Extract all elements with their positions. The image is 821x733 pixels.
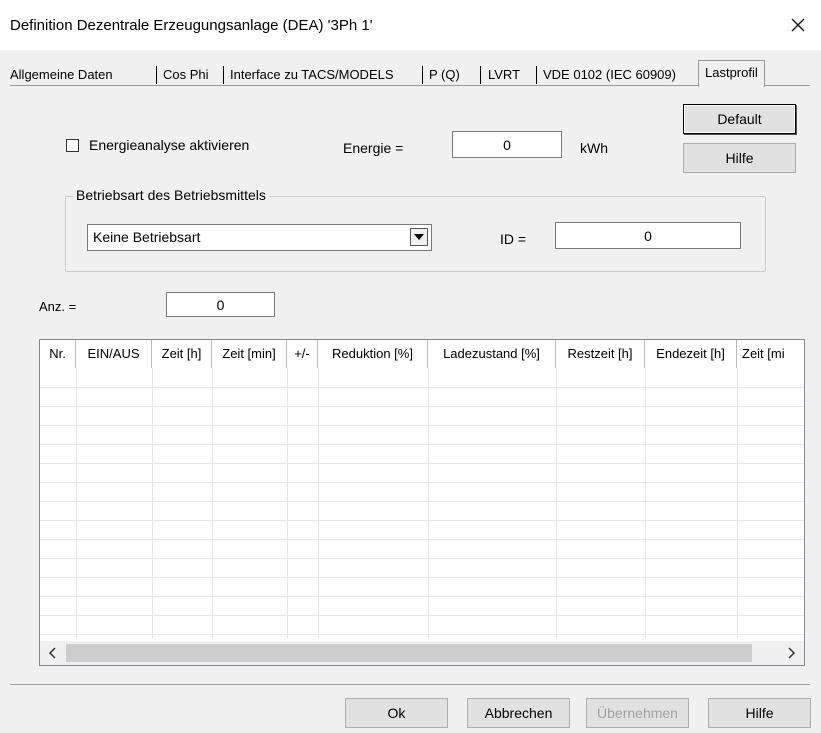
energy-label: Energie = bbox=[343, 140, 404, 156]
energy-input[interactable]: 0 bbox=[452, 131, 562, 158]
column-header[interactable]: Reduktion [%] bbox=[318, 340, 428, 368]
operation-mode-value: Keine Betriebsart bbox=[93, 229, 201, 245]
tab-vde-0102[interactable]: VDE 0102 (IEC 60909) bbox=[543, 64, 676, 86]
grid-line bbox=[40, 482, 804, 483]
operation-mode-select[interactable]: Keine Betriebsart bbox=[87, 224, 432, 251]
tab-allgemeine-daten[interactable]: Allgemeine Daten bbox=[10, 64, 113, 86]
tab-divider bbox=[536, 66, 537, 84]
window-title: Definition Dezentrale Erzeugungsanlage (… bbox=[10, 17, 373, 34]
tab-lvrt[interactable]: LVRT bbox=[488, 64, 520, 86]
help-button[interactable]: Hilfe bbox=[683, 143, 796, 173]
count-label: Anz. = bbox=[39, 299, 77, 314]
scrollbar-thumb[interactable] bbox=[66, 644, 752, 662]
grid-line bbox=[76, 368, 77, 638]
tab-interface-tacs-models[interactable]: Interface zu TACS/MODELS bbox=[230, 64, 394, 86]
grid-line bbox=[212, 368, 213, 638]
grid-line bbox=[645, 368, 646, 638]
id-label: ID = bbox=[500, 231, 527, 247]
column-header[interactable]: Zeit [min] bbox=[212, 340, 287, 368]
chevron-down-icon[interactable] bbox=[410, 228, 428, 246]
count-input[interactable]: 0 bbox=[166, 292, 275, 317]
energy-analysis-label: Energieanalyse aktivieren bbox=[89, 137, 250, 153]
footer-help-button[interactable]: Hilfe bbox=[708, 698, 811, 728]
grid-line bbox=[428, 368, 429, 638]
tab-strip: Allgemeine Daten Cos Phi Interface zu TA… bbox=[10, 60, 810, 87]
grid-line bbox=[40, 596, 804, 597]
id-input[interactable]: 0 bbox=[555, 222, 741, 249]
grid-line bbox=[40, 444, 804, 445]
table-body bbox=[40, 368, 804, 638]
grid-line bbox=[287, 368, 288, 638]
horizontal-scrollbar[interactable] bbox=[40, 641, 804, 665]
cancel-button[interactable]: Abbrechen bbox=[467, 698, 570, 728]
column-header[interactable]: +/- bbox=[287, 340, 318, 368]
scroll-left-icon[interactable] bbox=[40, 641, 64, 665]
grid-line bbox=[40, 406, 804, 407]
column-header[interactable]: Ladezustand [%] bbox=[428, 340, 556, 368]
tab-divider bbox=[156, 66, 157, 84]
ok-button[interactable]: Ok bbox=[345, 698, 448, 728]
grid-line bbox=[40, 520, 804, 521]
energy-unit: kWh bbox=[580, 140, 608, 156]
tab-divider bbox=[422, 66, 423, 84]
grid-line bbox=[556, 368, 557, 638]
tab-divider bbox=[480, 66, 481, 84]
grid-line bbox=[40, 539, 804, 540]
grid-line bbox=[40, 615, 804, 616]
grid-line bbox=[318, 368, 319, 638]
column-header[interactable]: Zeit [mi bbox=[737, 340, 804, 368]
scroll-right-icon[interactable] bbox=[780, 641, 804, 665]
tab-cos-phi[interactable]: Cos Phi bbox=[163, 64, 209, 86]
grid-line bbox=[40, 634, 804, 635]
operation-mode-group-label: Betriebsart des Betriebsmittels bbox=[73, 187, 269, 203]
column-header[interactable]: Endezeit [h] bbox=[645, 340, 737, 368]
grid-line bbox=[152, 368, 153, 638]
tab-lastprofil[interactable]: Lastprofil bbox=[698, 60, 765, 87]
close-icon[interactable] bbox=[775, 0, 821, 50]
grid-line bbox=[40, 558, 804, 559]
tab-divider bbox=[223, 66, 224, 84]
grid-line bbox=[40, 425, 804, 426]
column-header[interactable]: Restzeit [h] bbox=[556, 340, 645, 368]
grid-line bbox=[737, 368, 738, 638]
grid-line bbox=[40, 387, 804, 388]
grid-line bbox=[40, 463, 804, 464]
load-profile-table[interactable]: Nr. EIN/AUS Zeit [h] Zeit [min] +/- Redu… bbox=[39, 339, 805, 666]
grid-line bbox=[40, 577, 804, 578]
energy-analysis-checkbox[interactable] bbox=[66, 139, 79, 152]
tab-p-q[interactable]: P (Q) bbox=[429, 64, 460, 86]
grid-line bbox=[40, 501, 804, 502]
title-bar: Definition Dezentrale Erzeugungsanlage (… bbox=[0, 0, 821, 50]
column-header[interactable]: Nr. bbox=[40, 340, 76, 368]
apply-button[interactable]: Übernehmen bbox=[586, 698, 689, 728]
column-header[interactable]: EIN/AUS bbox=[76, 340, 152, 368]
column-header[interactable]: Zeit [h] bbox=[152, 340, 212, 368]
default-button[interactable]: Default bbox=[683, 104, 796, 134]
